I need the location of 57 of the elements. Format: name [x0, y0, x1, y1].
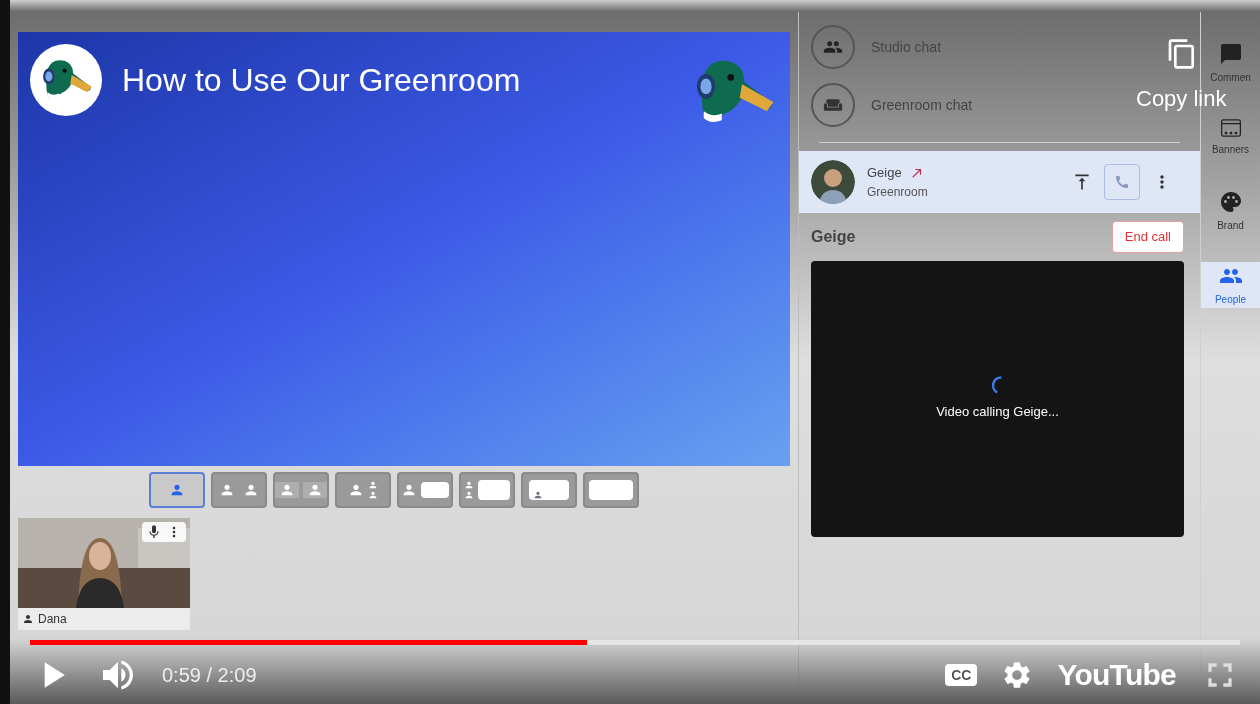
screen-shape: [478, 480, 510, 500]
layout-option[interactable]: [273, 472, 329, 508]
progress-track[interactable]: [30, 640, 1240, 645]
palette-icon: [1218, 189, 1243, 214]
chat-icon: [811, 83, 855, 127]
captions-button[interactable]: CC: [945, 663, 978, 686]
rail-item[interactable]: Banners: [1201, 114, 1260, 160]
screen-shape: [589, 480, 633, 500]
guest-name: Geige: [867, 164, 902, 183]
guest-row[interactable]: Geige Greenroom: [799, 151, 1200, 213]
person-icon: [401, 482, 417, 498]
person-icon: [279, 482, 295, 498]
rail-label: Brand: [1217, 218, 1244, 233]
rail-label: People: [1214, 292, 1247, 307]
layout-option[interactable]: [583, 472, 639, 508]
call-status: Video calling Geige...: [936, 403, 1059, 422]
person-icon: [368, 480, 378, 490]
youtube-logo[interactable]: YouTube: [1057, 652, 1176, 697]
layout-option[interactable]: [149, 472, 205, 508]
end-call-button[interactable]: End call: [1111, 221, 1184, 253]
person-icon: [22, 613, 34, 625]
chat-label: Greenroom chat: [871, 95, 973, 115]
speech-bubble-icon: [1218, 41, 1243, 66]
person-icon: [464, 480, 474, 490]
rail-item[interactable]: Commen: [1201, 40, 1260, 86]
person-icon: [219, 482, 235, 498]
person-icon: [307, 482, 323, 498]
rail-item[interactable]: People: [1201, 262, 1260, 308]
screen-shape: [421, 482, 449, 498]
person-icon: [348, 482, 364, 498]
microphone-icon[interactable]: [146, 524, 162, 540]
layout-option[interactable]: [335, 472, 391, 508]
avatar: [811, 160, 855, 204]
guest-location: Greenroom: [867, 183, 929, 201]
banner-icon: [1220, 117, 1241, 138]
spinner-icon: [992, 376, 1003, 395]
person-icon: [169, 482, 185, 498]
layout-option[interactable]: [397, 472, 453, 508]
rail-item[interactable]: Brand: [1201, 188, 1260, 234]
rail-label: Commen: [1210, 70, 1251, 85]
participant-name: Dana: [38, 611, 67, 628]
time-display: 0:59 / 2:09: [162, 662, 257, 688]
stage-title: How to Use Our Greenroom: [122, 61, 521, 100]
chat-icon: [811, 25, 855, 69]
layout-option[interactable]: [521, 472, 577, 508]
person-icon: [243, 482, 259, 498]
layout-option[interactable]: [459, 472, 515, 508]
chat-row[interactable]: Greenroom chat: [811, 76, 981, 134]
phone-icon: [1114, 174, 1130, 190]
screen-shape: [529, 480, 569, 500]
person-icon: [368, 490, 378, 500]
call-button[interactable]: [1104, 164, 1140, 200]
layout-option[interactable]: [211, 472, 267, 508]
rail-label: Banners: [1211, 142, 1250, 157]
call-name: Geige: [811, 227, 856, 247]
pin-icon[interactable]: [1072, 172, 1092, 192]
person-icon: [464, 490, 474, 500]
